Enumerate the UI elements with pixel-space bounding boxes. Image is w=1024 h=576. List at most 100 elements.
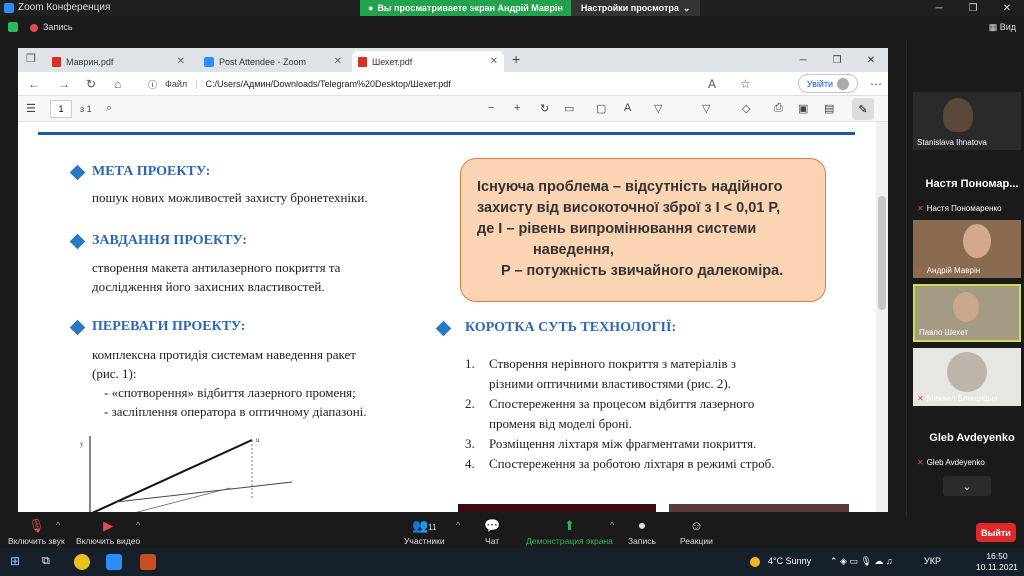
minimize-button[interactable]: ─ [786, 48, 820, 72]
tab-mavrin[interactable]: Маврин.pdf ✕ [46, 51, 191, 72]
zoom-in-icon[interactable]: + [514, 102, 520, 114]
weather-widget[interactable]: 4°C Sunny [768, 556, 811, 566]
telegram-icon[interactable] [140, 554, 156, 570]
search-icon[interactable]: ⌕ [106, 102, 112, 115]
participants-icon: 👥11 [412, 518, 437, 533]
participants-options-icon[interactable]: ^ [456, 520, 460, 530]
close-button[interactable]: ✕ [990, 0, 1024, 16]
start-video-button[interactable]: ▶ Включить видео [76, 518, 140, 546]
chrome-icon[interactable] [74, 554, 90, 570]
bullet-icon [69, 164, 86, 181]
draw-icon[interactable]: ▽ [702, 102, 710, 115]
forward-icon[interactable]: → [58, 77, 70, 91]
rotate-icon[interactable]: ↻ [540, 102, 549, 115]
language-indicator[interactable]: УКР [924, 556, 941, 566]
pin-icon[interactable]: ✎ [852, 98, 874, 120]
advantages-text-3: - «спотворення» відбиття лазерного проме… [104, 385, 356, 400]
muted-mic-icon: ✕ [917, 458, 924, 467]
window-title: Zoom Конференция [18, 2, 111, 13]
video-options-icon[interactable]: ^ [136, 520, 140, 530]
technology-heading: КОРОТКА СУТЬ ТЕХНОЛОГІЇ: [465, 320, 677, 335]
share-options-icon[interactable]: ^ [610, 520, 614, 530]
participant-tile[interactable]: Павло Шехет [913, 284, 1021, 342]
close-tab-icon[interactable]: ✕ [334, 56, 342, 67]
list-item: 2. Спостереження за процесом відбиття ла… [465, 396, 755, 411]
participants-panel: Stanislava Ihnatova Настя Пономар... ✕ На… [906, 40, 1024, 516]
svg-text:u: u [256, 436, 260, 444]
read-aloud-icon[interactable]: A [708, 77, 716, 91]
pdf-icon [358, 56, 367, 67]
eraser-icon[interactable]: ◇ [742, 102, 750, 115]
refresh-icon[interactable]: ↻ [86, 77, 96, 91]
zoom-title-bar: Zoom Конференция ● Вы просматриваете экра… [0, 0, 1024, 16]
page-number-input[interactable]: 1 [50, 100, 72, 118]
meeting-controls: 🎙 Включить звук ^ ▶ Включить видео ^ 👥11 Уч… [0, 516, 1024, 548]
close-tab-icon[interactable]: ✕ [177, 56, 185, 67]
tab-actions-icon[interactable]: ❐ [26, 52, 36, 65]
more-icon[interactable]: ⋯ [870, 77, 882, 91]
muted-mic-icon: ✕ [917, 204, 924, 213]
audio-options-icon[interactable]: ^ [56, 520, 60, 530]
participant-tile[interactable]: Настя Пономар... ✕ Настя Пономаренко [913, 158, 1021, 216]
print-icon[interactable]: ⎙ [774, 102, 783, 115]
view-settings-button[interactable]: Настройки просмотра ⌄ [570, 0, 701, 16]
save-icon[interactable]: ▣ [798, 102, 808, 115]
muted-mic-icon: ✕ [917, 266, 924, 275]
participant-tile[interactable]: Gleb Avdeyenko ✕ Gleb Avdeyenko [913, 412, 1021, 470]
back-icon[interactable]: ← [28, 77, 40, 91]
shield-icon: ● [368, 3, 374, 13]
pdf-toolbar: ☰ 1 з 1 ⌕ − + ↻ ▭ ▢ A ▽ ▽ ◇ ⎙ ▣ ▤ ✎ [18, 96, 888, 122]
list-item: 3. Розміщення ліхтаря між фрагментами пок… [465, 436, 757, 451]
task-view-icon[interactable]: ⧉ [42, 555, 50, 568]
login-button[interactable]: Увійти [798, 74, 858, 93]
contents-icon[interactable]: ☰ [26, 102, 36, 115]
participant-video [953, 292, 979, 322]
avatar [947, 352, 987, 392]
record-button[interactable]: ⏺ Запись [628, 518, 656, 546]
participant-tile[interactable]: ✕ Андрій Маврін [913, 220, 1021, 278]
zoom-icon [204, 56, 214, 67]
close-tab-icon[interactable]: ✕ [490, 56, 498, 67]
participant-tile[interactable]: ✕ Михаил Блощицын [913, 348, 1021, 406]
view-button[interactable]: ▦ Вид [989, 22, 1016, 33]
zoom-out-icon[interactable]: − [488, 102, 494, 114]
reactions-button[interactable]: ☺ Реакции [680, 518, 713, 546]
video-off-icon: ▶ [103, 518, 114, 533]
share-screen-button[interactable]: ⬆ Демонстрация экрана [526, 518, 613, 546]
save-as-icon[interactable]: ▤ [824, 102, 834, 115]
taskbar: ⊞ ⧉ 4°C Sunny ⌃ ◈ ▭ 🎙 ☁ ♫ УКР 16:50 10.11… [0, 548, 1024, 576]
highlight-icon[interactable]: ▽ [654, 102, 662, 115]
participant-video [963, 224, 991, 258]
close-button[interactable]: ✕ [854, 48, 888, 72]
tab-post-attendee[interactable]: Post Attendee - Zoom ✕ [198, 51, 348, 72]
favorites-icon[interactable]: ☆ [740, 77, 751, 91]
url-field[interactable]: ⓘ Файл | C:/Users/Админ/Downloads/Telegram%… [140, 74, 790, 94]
share-screen-icon: ⬆ [563, 518, 575, 533]
scrollbar[interactable] [876, 122, 888, 512]
scroll-down-button[interactable]: ⌄ [943, 476, 991, 496]
problem-callout: Існуюча проблема – відсутність надійного… [460, 158, 826, 302]
chat-button[interactable]: 💬 Чат [484, 518, 500, 546]
avatar [837, 77, 850, 90]
page-view-icon[interactable]: ▢ [596, 102, 606, 115]
read-aloud-icon[interactable]: A [624, 102, 631, 114]
scrollbar-thumb[interactable] [878, 196, 886, 310]
list-item: 4. Спостереження за роботою ліхтаря в реж… [465, 456, 775, 471]
windows-start-icon[interactable]: ⊞ [10, 554, 20, 568]
fit-page-icon[interactable]: ▭ [564, 102, 574, 115]
leave-button[interactable]: Выйти [976, 523, 1016, 542]
minimize-button[interactable]: ─ [922, 0, 956, 16]
participant-tile[interactable]: Stanislava Ihnatova [913, 92, 1021, 150]
security-icon[interactable] [8, 22, 18, 32]
tab-shekhet[interactable]: Шехет.pdf ✕ [352, 51, 504, 72]
new-tab-button[interactable]: + [512, 51, 520, 67]
maximize-button[interactable]: ❐ [956, 0, 990, 16]
tray-icons[interactable]: ⌃ ◈ ▭ 🎙 ☁ ♫ [830, 556, 893, 567]
home-icon[interactable]: ⌂ [114, 77, 121, 91]
muted-mic-icon: 🎙 [28, 518, 45, 533]
goal-text: пошук нових можливостей захисту бронетех… [92, 190, 368, 205]
clock[interactable]: 16:50 10.11.2021 [976, 551, 1018, 573]
zoom-app-icon[interactable] [106, 554, 122, 570]
restore-button[interactable]: ❐ [820, 48, 854, 72]
participants-button[interactable]: 👥11 Участники [404, 518, 445, 546]
